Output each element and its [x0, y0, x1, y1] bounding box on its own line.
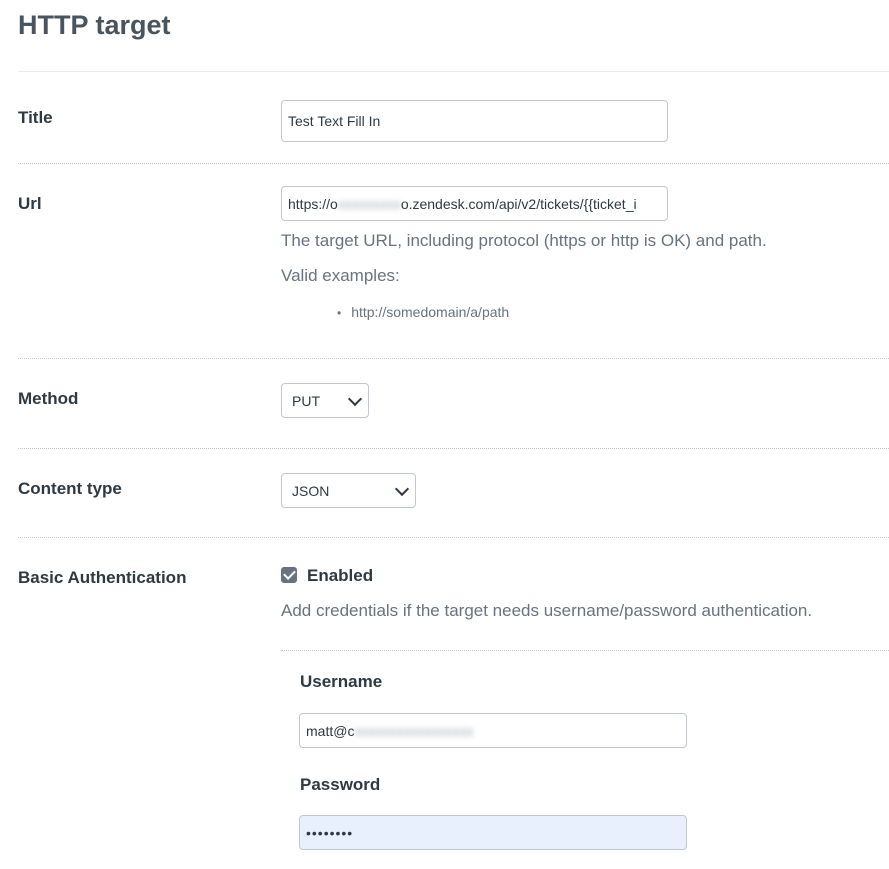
- header-divider: [18, 71, 889, 72]
- enabled-checkbox[interactable]: [281, 567, 297, 583]
- redacted-text: xxxxxxxxx: [337, 195, 401, 212]
- auth-hint: Add credentials if the target needs user…: [281, 601, 813, 620]
- chevron-down-icon: [347, 391, 363, 406]
- content-type-selected-value: JSON: [292, 482, 330, 499]
- password-input[interactable]: ••••••••: [299, 815, 687, 850]
- url-label: Url: [18, 194, 42, 213]
- basic-auth-label: Basic Authentication: [18, 568, 187, 587]
- url-example-item: http://somedomain/a/path: [337, 304, 509, 320]
- title-input[interactable]: [281, 100, 668, 142]
- password-label: Password: [300, 775, 381, 794]
- content-type-label: Content type: [18, 479, 122, 498]
- url-value-prefix: https://o: [288, 195, 338, 212]
- divider: [18, 163, 889, 164]
- page-title: HTTP target: [18, 10, 171, 40]
- url-hint: The target URL, including protocol (http…: [281, 231, 767, 250]
- url-value-suffix: o.zendesk.com/api/v2/tickets/{{ticket_i: [400, 195, 637, 212]
- enabled-checkbox-label[interactable]: Enabled: [307, 566, 373, 586]
- redacted-text: xxxxxxxxxxxxxxxxx: [354, 722, 474, 739]
- divider: [281, 650, 889, 651]
- method-label: Method: [18, 389, 79, 408]
- method-select[interactable]: PUT: [281, 383, 369, 418]
- password-value: ••••••••: [306, 824, 354, 841]
- username-input[interactable]: matt@c xxxxxxxxxxxxxxxxx: [299, 713, 687, 748]
- divider: [18, 358, 889, 359]
- username-value-prefix: matt@c: [306, 722, 355, 739]
- method-selected-value: PUT: [292, 392, 320, 409]
- chevron-down-icon: [394, 481, 410, 496]
- url-examples-list: http://somedomain/a/path: [337, 304, 509, 320]
- username-label: Username: [300, 672, 383, 691]
- url-examples-heading: Valid examples:: [281, 266, 400, 285]
- url-input[interactable]: https://o xxxxxxxxx o.zendesk.com/api/v2/t…: [281, 186, 668, 221]
- title-label: Title: [18, 108, 53, 127]
- content-type-select[interactable]: JSON: [281, 473, 416, 508]
- divider: [18, 537, 889, 538]
- divider: [18, 448, 889, 449]
